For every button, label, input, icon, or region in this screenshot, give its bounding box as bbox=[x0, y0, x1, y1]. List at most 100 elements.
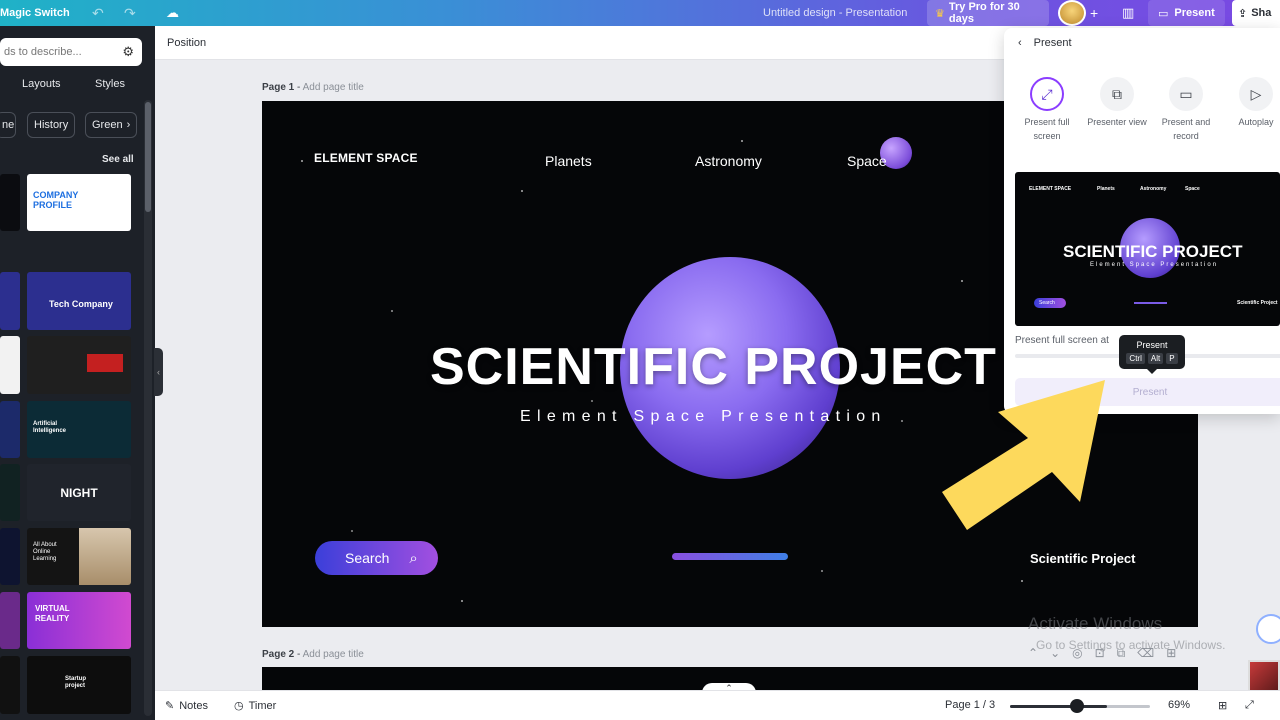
zoom-level[interactable]: 69% bbox=[1168, 699, 1190, 711]
top-toolbar: Magic Switch ↶ ↷ ☁ Untitled design - Pre… bbox=[0, 0, 1280, 26]
template-photo bbox=[79, 528, 131, 585]
notes-icon: ✎ bbox=[165, 700, 175, 712]
undo-icon[interactable]: ↶ bbox=[92, 0, 104, 26]
option-present-and-record[interactable]: ▭ Present and record bbox=[1153, 77, 1219, 143]
collapse-panel-handle[interactable]: ‹ bbox=[154, 348, 163, 396]
template-thumb[interactable]: Artificial Intelligence bbox=[27, 401, 131, 458]
template-thumb[interactable]: All About Online Learning bbox=[27, 528, 131, 585]
template-thumb[interactable]: COMPANY PROFILE bbox=[27, 174, 131, 231]
grid-view-icon[interactable]: ⊞ bbox=[1218, 699, 1227, 712]
zoom-slider-fill bbox=[1010, 705, 1107, 708]
present-button[interactable]: ▭ Present bbox=[1148, 0, 1225, 26]
see-all-link[interactable]: See all bbox=[102, 154, 134, 165]
delete-icon[interactable]: ⌫ bbox=[1137, 646, 1154, 661]
webcam-overlay-thumb bbox=[1248, 660, 1280, 694]
option-label: Present and record bbox=[1161, 117, 1211, 141]
template-thumb[interactable] bbox=[0, 464, 20, 521]
scrollbar-thumb[interactable] bbox=[145, 102, 151, 212]
hide-icon[interactable]: ◎ bbox=[1072, 646, 1082, 661]
page-1-number: Page 1 bbox=[262, 82, 295, 93]
timer-button[interactable]: ◷ Timer bbox=[234, 699, 276, 713]
notes-label: Notes bbox=[179, 699, 208, 712]
option-present-full-screen[interactable]: ⤢ Present full screen bbox=[1014, 77, 1080, 143]
duplicate-icon[interactable]: ⧉ bbox=[1117, 646, 1126, 661]
chevron-up-icon[interactable]: ⌃ bbox=[1028, 646, 1038, 661]
template-label: COMPANY PROFILE bbox=[33, 190, 79, 210]
filter-icon[interactable]: ⚙ bbox=[122, 44, 134, 60]
search-input[interactable]: ds to describe... ⚙ bbox=[0, 38, 142, 66]
chip-ne[interactable]: ne bbox=[0, 112, 16, 138]
template-thumb[interactable] bbox=[0, 592, 20, 649]
search-placeholder: ds to describe... bbox=[4, 46, 82, 58]
chip-green[interactable]: Green › bbox=[85, 112, 138, 138]
present-label: Present bbox=[1174, 7, 1215, 19]
slide-nav-planets: Planets bbox=[545, 153, 592, 169]
key-ctrl: Ctrl bbox=[1126, 353, 1145, 364]
share-label: Sha bbox=[1251, 7, 1272, 19]
page-2-label[interactable]: Page 2 - Add page title bbox=[262, 649, 364, 660]
key-alt: Alt bbox=[1147, 353, 1164, 364]
template-label: NIGHT bbox=[60, 486, 98, 500]
slide-footer-label: Scientific Project bbox=[1030, 551, 1136, 566]
page-1-label[interactable]: Page 1 - Add page title bbox=[262, 82, 364, 93]
present-panel-title: Present bbox=[1033, 37, 1072, 49]
play-icon: ▷ bbox=[1239, 77, 1273, 111]
slide-search-button: Search ⌕ bbox=[315, 541, 438, 575]
template-thumb[interactable]: VIRTUAL REALITY bbox=[27, 592, 131, 649]
template-thumb[interactable] bbox=[0, 174, 20, 231]
chevron-down-icon[interactable]: ⌄ bbox=[1050, 646, 1060, 661]
preview-search: Search bbox=[1034, 298, 1066, 308]
fullscreen-icon[interactable]: ⤢ bbox=[1245, 699, 1254, 712]
template-thumb[interactable] bbox=[0, 272, 20, 330]
try-pro-button[interactable]: ♛ Try Pro for 30 days bbox=[927, 0, 1049, 26]
option-presenter-view[interactable]: ⧉ Presenter view bbox=[1084, 77, 1150, 129]
insights-icon[interactable]: ▥ bbox=[1122, 0, 1134, 26]
template-label: VIRTUAL REALITY bbox=[35, 604, 70, 623]
share-icon: ⇪ bbox=[1238, 7, 1248, 20]
slide-brand: ELEMENT SPACE bbox=[314, 151, 418, 165]
template-thumb[interactable]: Startup project bbox=[27, 656, 131, 714]
timer-icon: ◷ bbox=[234, 700, 244, 712]
present-preview-thumbnail: ELEMENT SPACE Planets Astronomy Space SC… bbox=[1015, 172, 1280, 326]
side-panel-scrollbar[interactable] bbox=[144, 100, 152, 716]
present-screen-icon: ▭ bbox=[1158, 7, 1169, 20]
design-title[interactable]: Untitled design - Presentation bbox=[763, 0, 907, 26]
template-red-badge bbox=[87, 354, 123, 372]
magic-help-button[interactable] bbox=[1256, 614, 1280, 644]
share-button[interactable]: ⇪ Sha bbox=[1232, 0, 1280, 26]
zoom-slider-handle[interactable] bbox=[1070, 699, 1084, 713]
back-chevron-icon[interactable]: ‹ bbox=[1018, 37, 1022, 49]
add-collaborator-icon[interactable]: + bbox=[1090, 0, 1098, 26]
template-label: All About Online Learning bbox=[33, 542, 57, 562]
template-thumb[interactable] bbox=[0, 401, 20, 458]
add-page-icon[interactable]: ⊞ bbox=[1166, 646, 1176, 661]
design-side-panel: ds to describe... ⚙ Layouts Styles ne Hi… bbox=[0, 26, 155, 720]
chip-history[interactable]: History bbox=[27, 112, 76, 138]
template-label: Startup project bbox=[65, 676, 86, 689]
lock-icon[interactable]: ⊡ bbox=[1095, 646, 1105, 661]
key-p: P bbox=[1166, 353, 1178, 364]
present-note: Present full screen at e bbox=[1015, 335, 1185, 346]
avatar[interactable] bbox=[1058, 0, 1086, 26]
preview-bar bbox=[1134, 302, 1167, 304]
template-thumb[interactable]: NIGHT bbox=[27, 464, 131, 521]
redo-icon[interactable]: ↷ bbox=[124, 0, 136, 26]
template-thumb[interactable] bbox=[0, 656, 20, 714]
magic-switch-button[interactable]: Magic Switch bbox=[0, 0, 70, 26]
page-indicator[interactable]: Page 1 / 3 bbox=[945, 699, 995, 711]
tab-styles[interactable]: Styles bbox=[95, 78, 125, 90]
preview-nav-planets: Planets bbox=[1097, 186, 1115, 192]
template-thumb[interactable] bbox=[27, 336, 131, 394]
slide-nav-space: Space bbox=[847, 153, 887, 169]
template-thumb[interactable]: Tech Company bbox=[27, 272, 131, 330]
template-thumb[interactable] bbox=[0, 528, 20, 585]
notes-button[interactable]: ✎ Notes bbox=[165, 699, 208, 713]
option-autoplay[interactable]: ▷ Autoplay bbox=[1223, 77, 1280, 129]
template-thumb[interactable] bbox=[0, 336, 20, 394]
page-1-title-placeholder[interactable]: Add page title bbox=[303, 82, 364, 93]
position-button[interactable]: Position bbox=[167, 37, 206, 49]
tab-layouts[interactable]: Layouts bbox=[22, 78, 61, 90]
page-2-title-placeholder[interactable]: Add page title bbox=[303, 649, 364, 660]
cloud-save-icon[interactable]: ☁ bbox=[166, 0, 179, 26]
presenter-view-icon: ⧉ bbox=[1100, 77, 1134, 111]
